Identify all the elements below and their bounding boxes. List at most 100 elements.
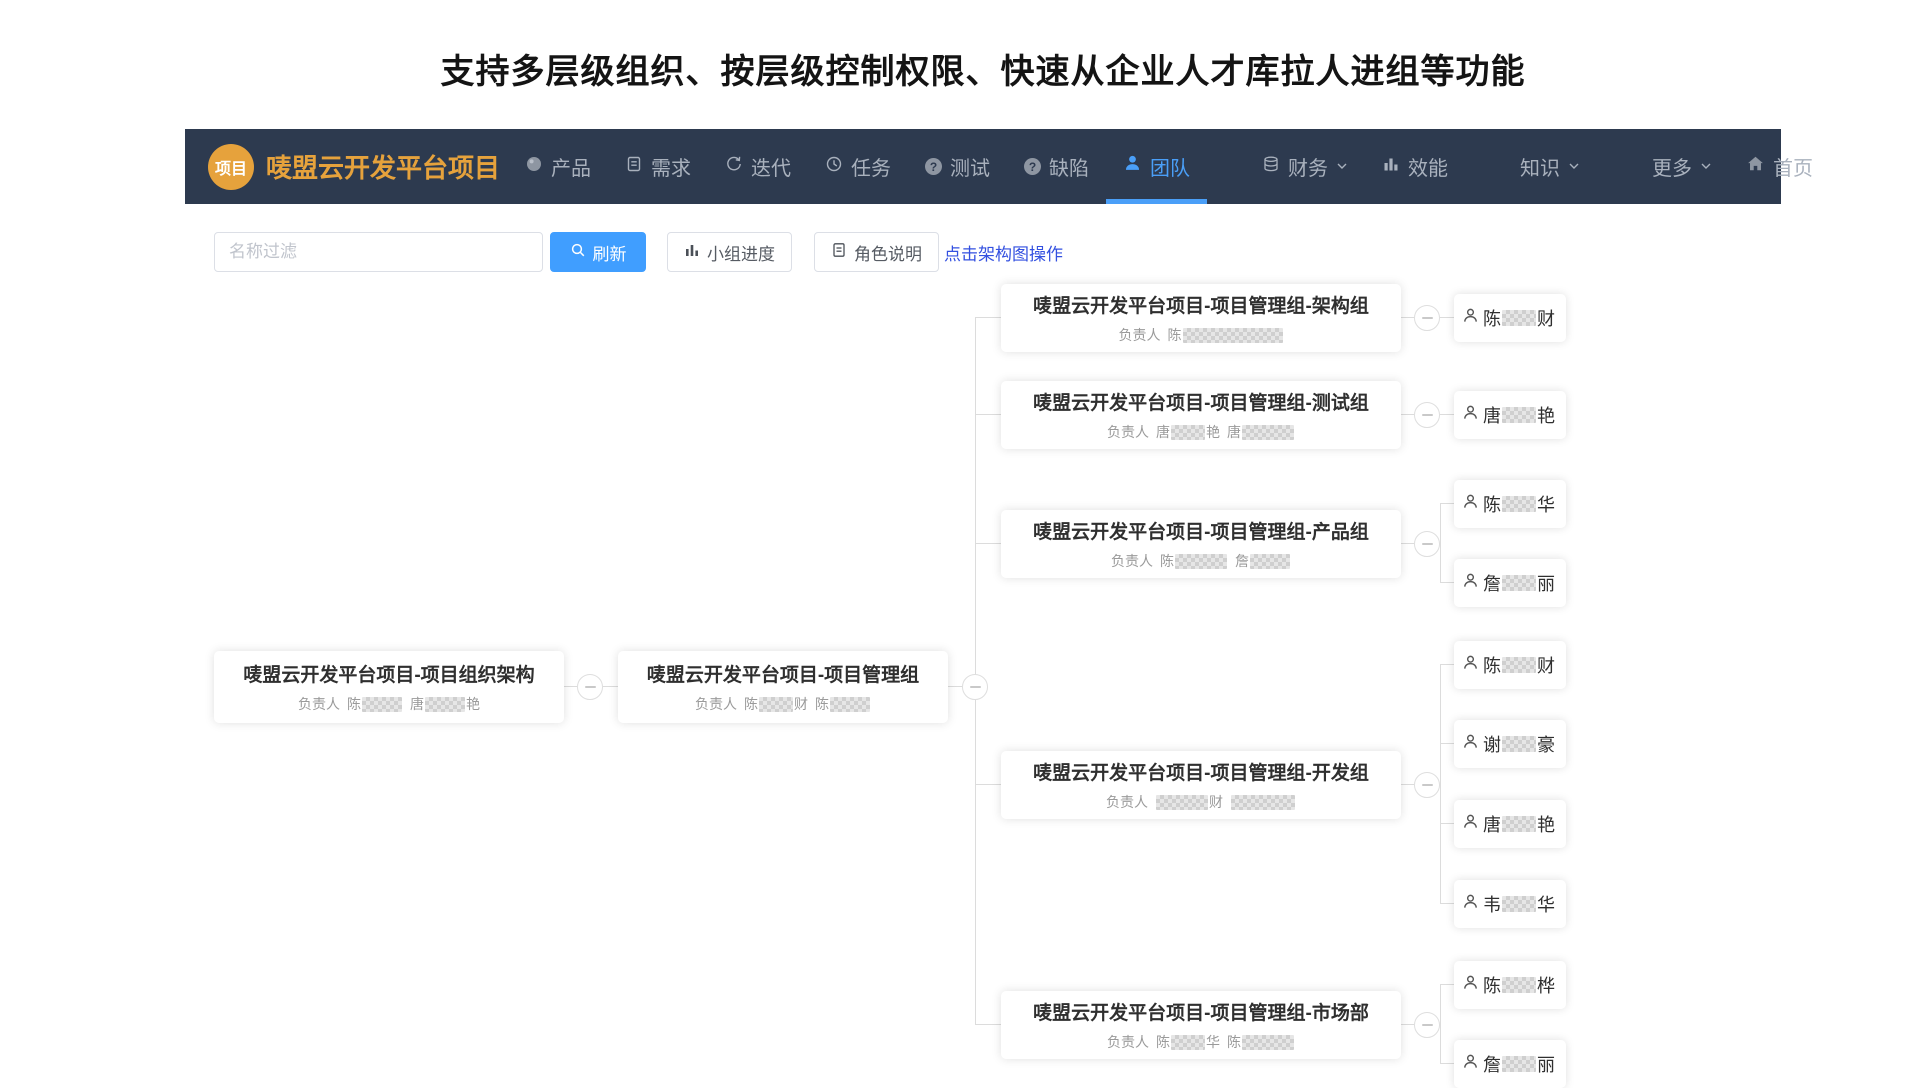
connector-trunk (975, 318, 976, 1025)
member-card[interactable]: 陈财 (1454, 641, 1566, 689)
member-card[interactable]: 唐艳 (1454, 391, 1566, 439)
connector-trunk (1440, 665, 1441, 904)
org-node-manager-group[interactable]: 唛盟云开发平台项目-项目管理组 负责人 陈财 陈 (618, 651, 948, 723)
connector-line (1440, 664, 1454, 665)
leader-name: 财 (1155, 792, 1223, 812)
nav-item-finance[interactable]: 财务 (1245, 129, 1365, 204)
person-icon (1462, 893, 1479, 915)
main-nav: 产品 需求 迭代 任务 ? 测试 ? 缺陷 团队 财务 (508, 129, 1830, 204)
nav-item-iteration[interactable]: 迭代 (708, 129, 808, 204)
member-card[interactable]: 韦华 (1454, 880, 1566, 928)
defect-icon: ? (1024, 158, 1041, 175)
nav-item-home[interactable]: 首页 (1729, 129, 1830, 204)
member-name: 陈桦 (1483, 972, 1555, 998)
member-card[interactable]: 谢豪 (1454, 720, 1566, 768)
leader-name: 陈 (1227, 1032, 1295, 1052)
member-card[interactable]: 陈财 (1454, 294, 1566, 342)
person-icon (1462, 974, 1479, 996)
connector-line (1401, 784, 1414, 785)
collapse-toggle[interactable] (1414, 772, 1440, 798)
leader-name: 唐艳 (1156, 422, 1220, 442)
connector-line (975, 543, 1001, 544)
leader-name (1230, 795, 1296, 810)
minus-icon (1422, 1024, 1433, 1026)
connector-line (1401, 543, 1414, 544)
leader-name: 陈 (1160, 551, 1228, 571)
org-node-title: 唛盟云开发平台项目-项目管理组-市场部 (1033, 998, 1369, 1025)
nav-item-performance[interactable]: 效能 (1365, 129, 1465, 204)
collapse-toggle[interactable] (1414, 1012, 1440, 1038)
member-card[interactable]: 陈华 (1454, 480, 1566, 528)
org-node-architecture-group[interactable]: 唛盟云开发平台项目-项目管理组-架构组 负责人 陈 (1001, 284, 1401, 352)
nav-item-label: 首页 (1773, 152, 1813, 181)
org-node-leaders: 负责人 陈 (1119, 325, 1284, 345)
nav-item-more[interactable]: 更多 (1635, 129, 1729, 204)
org-node-test-group[interactable]: 唛盟云开发平台项目-项目管理组-测试组 负责人 唐艳 唐 (1001, 381, 1401, 449)
nav-item-label: 迭代 (751, 152, 791, 181)
project-title: 唛盟云开发平台项目 (266, 148, 500, 185)
org-node-dev-group[interactable]: 唛盟云开发平台项目-项目管理组-开发组 负责人 财 (1001, 751, 1401, 819)
redacted-text (1171, 1035, 1205, 1050)
person-icon (1462, 654, 1479, 676)
page-title: 支持多层级组织、按层级控制权限、快速从企业人才库拉人进组等功能 (185, 44, 1781, 93)
name-filter-input[interactable] (214, 232, 543, 272)
redacted-text (1502, 657, 1536, 673)
person-icon (1462, 813, 1479, 835)
nav-item-team[interactable]: 团队 (1106, 129, 1207, 204)
chevron-down-icon (1700, 155, 1712, 178)
nav-item-label: 缺陷 (1049, 152, 1089, 181)
nav-item-requirement[interactable]: 需求 (608, 129, 708, 204)
org-node-product-group[interactable]: 唛盟云开发平台项目-项目管理组-产品组 负责人 陈 詹 (1001, 510, 1401, 578)
connector-line (1440, 1063, 1454, 1064)
connector-line (603, 686, 618, 687)
connector-line (1440, 582, 1454, 583)
redacted-text (1242, 425, 1294, 440)
person-icon (1462, 1053, 1479, 1075)
member-name: 唐艳 (1483, 402, 1555, 428)
diagram-hint-link[interactable]: 点击架构图操作 (944, 232, 1063, 272)
collapse-toggle[interactable] (1414, 305, 1440, 331)
nav-item-label: 效能 (1408, 152, 1448, 181)
group-progress-button[interactable]: 小组进度 (667, 232, 792, 272)
nav-item-product[interactable]: 产品 (508, 129, 608, 204)
leader-label: 负责人 (298, 694, 340, 714)
connector-line (1440, 984, 1454, 985)
member-name: 詹丽 (1483, 1051, 1555, 1077)
collapse-toggle[interactable] (962, 674, 988, 700)
leader-label: 负责人 (1111, 551, 1153, 571)
refresh-button-label: 刷新 (593, 240, 627, 265)
collapse-toggle[interactable] (1414, 402, 1440, 428)
org-node-marketing-dept[interactable]: 唛盟云开发平台项目-项目管理组-市场部 负责人 陈华 陈 (1001, 991, 1401, 1059)
leader-name: 陈 (1168, 325, 1284, 345)
nav-item-label: 产品 (551, 152, 591, 181)
role-description-button[interactable]: 角色说明 (814, 232, 939, 272)
member-card[interactable]: 陈桦 (1454, 961, 1566, 1009)
connector-line (1440, 503, 1454, 504)
member-name: 詹丽 (1483, 570, 1555, 596)
refresh-button[interactable]: 刷新 (550, 232, 646, 272)
collapse-toggle[interactable] (577, 674, 603, 700)
collapse-toggle[interactable] (1414, 531, 1440, 557)
team-icon (1123, 154, 1142, 179)
org-node-root[interactable]: 唛盟云开发平台项目-项目组织架构 负责人 陈 唐艳 (214, 651, 564, 723)
performance-icon (1382, 155, 1400, 179)
connector-line (975, 784, 1001, 785)
org-node-leaders: 负责人 财 (1106, 792, 1296, 812)
task-icon (825, 155, 843, 179)
iteration-icon (725, 155, 743, 179)
nav-item-defect[interactable]: ? 缺陷 (1007, 129, 1106, 204)
group-progress-label: 小组进度 (707, 240, 775, 265)
member-card[interactable]: 唐艳 (1454, 800, 1566, 848)
nav-item-knowledge[interactable]: 知识 (1503, 129, 1597, 204)
nav-item-task[interactable]: 任务 (808, 129, 908, 204)
leader-name: 詹 (1235, 551, 1291, 571)
leader-label: 负责人 (1106, 792, 1148, 812)
person-icon (1462, 572, 1479, 594)
leader-label: 负责人 (1107, 1032, 1149, 1052)
redacted-text (1502, 407, 1536, 423)
nav-item-test[interactable]: ? 测试 (908, 129, 1007, 204)
member-card[interactable]: 詹丽 (1454, 1040, 1566, 1088)
member-card[interactable]: 詹丽 (1454, 559, 1566, 607)
person-icon (1462, 733, 1479, 755)
org-node-title: 唛盟云开发平台项目-项目管理组-测试组 (1033, 388, 1369, 415)
